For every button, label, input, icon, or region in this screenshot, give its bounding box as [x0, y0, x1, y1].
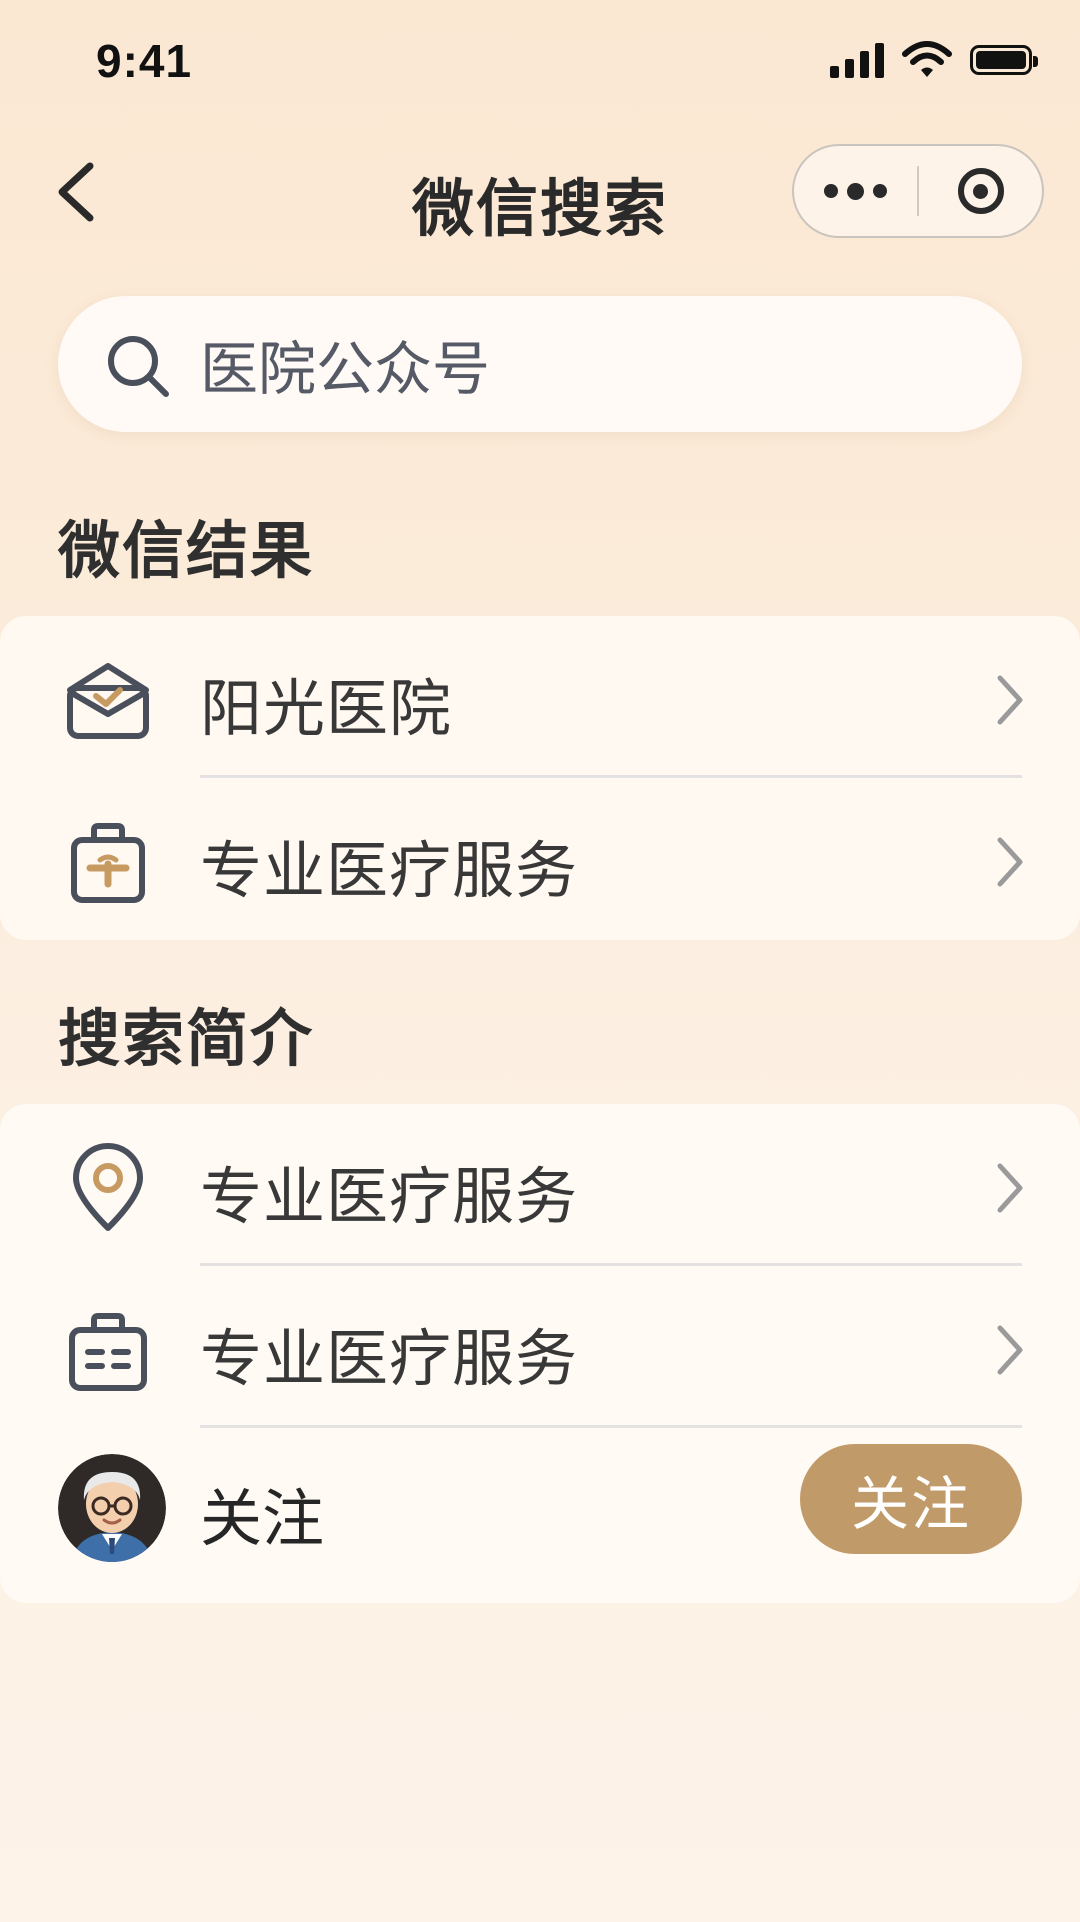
location-pin-icon [73, 1143, 143, 1231]
result-item-sunshine-hospital[interactable]: 阳光医院 [0, 616, 1080, 778]
battery-icon [970, 45, 1038, 75]
nav-bar: 微信搜索 [0, 140, 1080, 245]
status-time: 9:41 [96, 35, 193, 87]
wifi-icon [902, 41, 952, 77]
search-bar[interactable] [58, 296, 1022, 432]
chevron-right-icon [997, 675, 1023, 725]
status-bar: 9:41 [0, 0, 1080, 130]
section-title-search-intro: 搜索简介 [58, 1002, 315, 1075]
target-icon [957, 168, 1004, 214]
intro-item-location[interactable]: 专业医疗服务 [0, 1104, 1080, 1266]
status-icons [830, 40, 1038, 80]
chevron-right-icon [997, 1325, 1023, 1375]
section-title-wechat-results: 微信结果 [58, 514, 315, 587]
medical-kit-icon [71, 823, 145, 903]
chevron-right-icon [997, 1163, 1023, 1213]
result-item-label: 阳光医院 [200, 672, 453, 745]
intro-item-label: 专业医疗服务 [200, 1160, 579, 1233]
follow-row: 关注 关注 [0, 1428, 1080, 1603]
mini-program-capsule [792, 144, 1044, 238]
follow-button[interactable]: 关注 [800, 1444, 1022, 1554]
intro-item-label: 专业医疗服务 [200, 1322, 579, 1395]
search-intro-card: 专业医疗服务 专业医疗服务 关注 关注 [0, 1104, 1080, 1603]
signal-icon [830, 42, 884, 78]
result-item-label: 专业医疗服务 [200, 834, 579, 907]
chevron-right-icon [997, 837, 1023, 887]
intro-item-briefcase[interactable]: 专业医疗服务 [0, 1266, 1080, 1428]
follow-label: 关注 [200, 1482, 325, 1555]
more-button[interactable] [794, 146, 917, 236]
search-input[interactable] [200, 324, 980, 404]
result-item-medical-service[interactable]: 专业医疗服务 [0, 778, 1080, 940]
wechat-results-card: 阳光医院 专业医疗服务 [0, 616, 1080, 940]
avatar [58, 1454, 166, 1562]
hospital-box-icon [67, 663, 149, 739]
search-icon [108, 336, 169, 397]
close-button[interactable] [919, 146, 1042, 236]
briefcase-icon [69, 1313, 147, 1391]
